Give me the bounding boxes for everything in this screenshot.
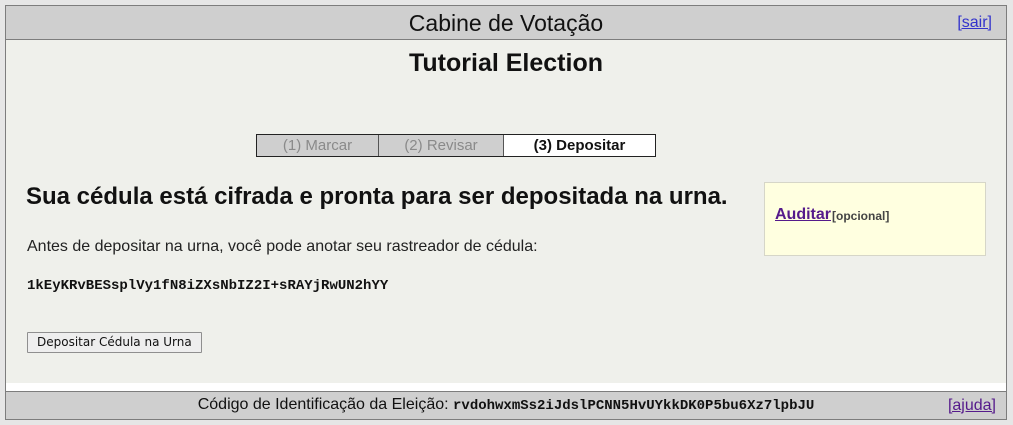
ballot-encrypted-heading: Sua cédula está cifrada e pronta para se… xyxy=(26,183,728,210)
step-review: (2) Revisar xyxy=(379,135,504,156)
page-title: Cabine de Votação xyxy=(408,10,604,36)
audit-panel: Auditar [opcional] xyxy=(764,182,986,256)
cast-ballot-button[interactable]: Depositar Cédula na Urna xyxy=(27,332,202,353)
help-link[interactable]: [ajuda] xyxy=(948,397,996,415)
logout-link[interactable]: [sair] xyxy=(957,14,992,32)
content-bottom-strip xyxy=(6,383,1006,391)
election-fingerprint-label: Código de Identificação da Eleição: xyxy=(197,396,449,413)
progress-steps: (1) Marcar (2) Revisar (3) Depositar xyxy=(256,134,656,157)
audit-optional-label: [opcional] xyxy=(832,209,890,223)
election-title: Tutorial Election xyxy=(409,49,603,77)
election-fingerprint: Código de Identificação da Eleição: rvdo… xyxy=(6,396,1006,414)
header-bar: Cabine de Votação [sair] xyxy=(6,6,1006,40)
step-cast: (3) Depositar xyxy=(504,135,655,156)
audit-link[interactable]: Auditar xyxy=(775,206,831,224)
voting-booth-window: Cabine de Votação [sair] Tutorial Electi… xyxy=(5,5,1007,420)
election-fingerprint-value: rvdohwxmSs2iJdslPCNN5HvUYkkDK0P5bu6Xz7lp… xyxy=(453,398,815,414)
footer-bar: Código de Identificação da Eleição: rvdo… xyxy=(6,391,1006,419)
tracker-instruction: Antes de depositar na urna, você pode an… xyxy=(27,238,538,255)
ballot-tracker: 1kEyKRvBESsplVy1fN8iZXsNbIZ2I+sRAYjRwUN2… xyxy=(27,278,389,294)
step-mark: (1) Marcar xyxy=(257,135,379,156)
